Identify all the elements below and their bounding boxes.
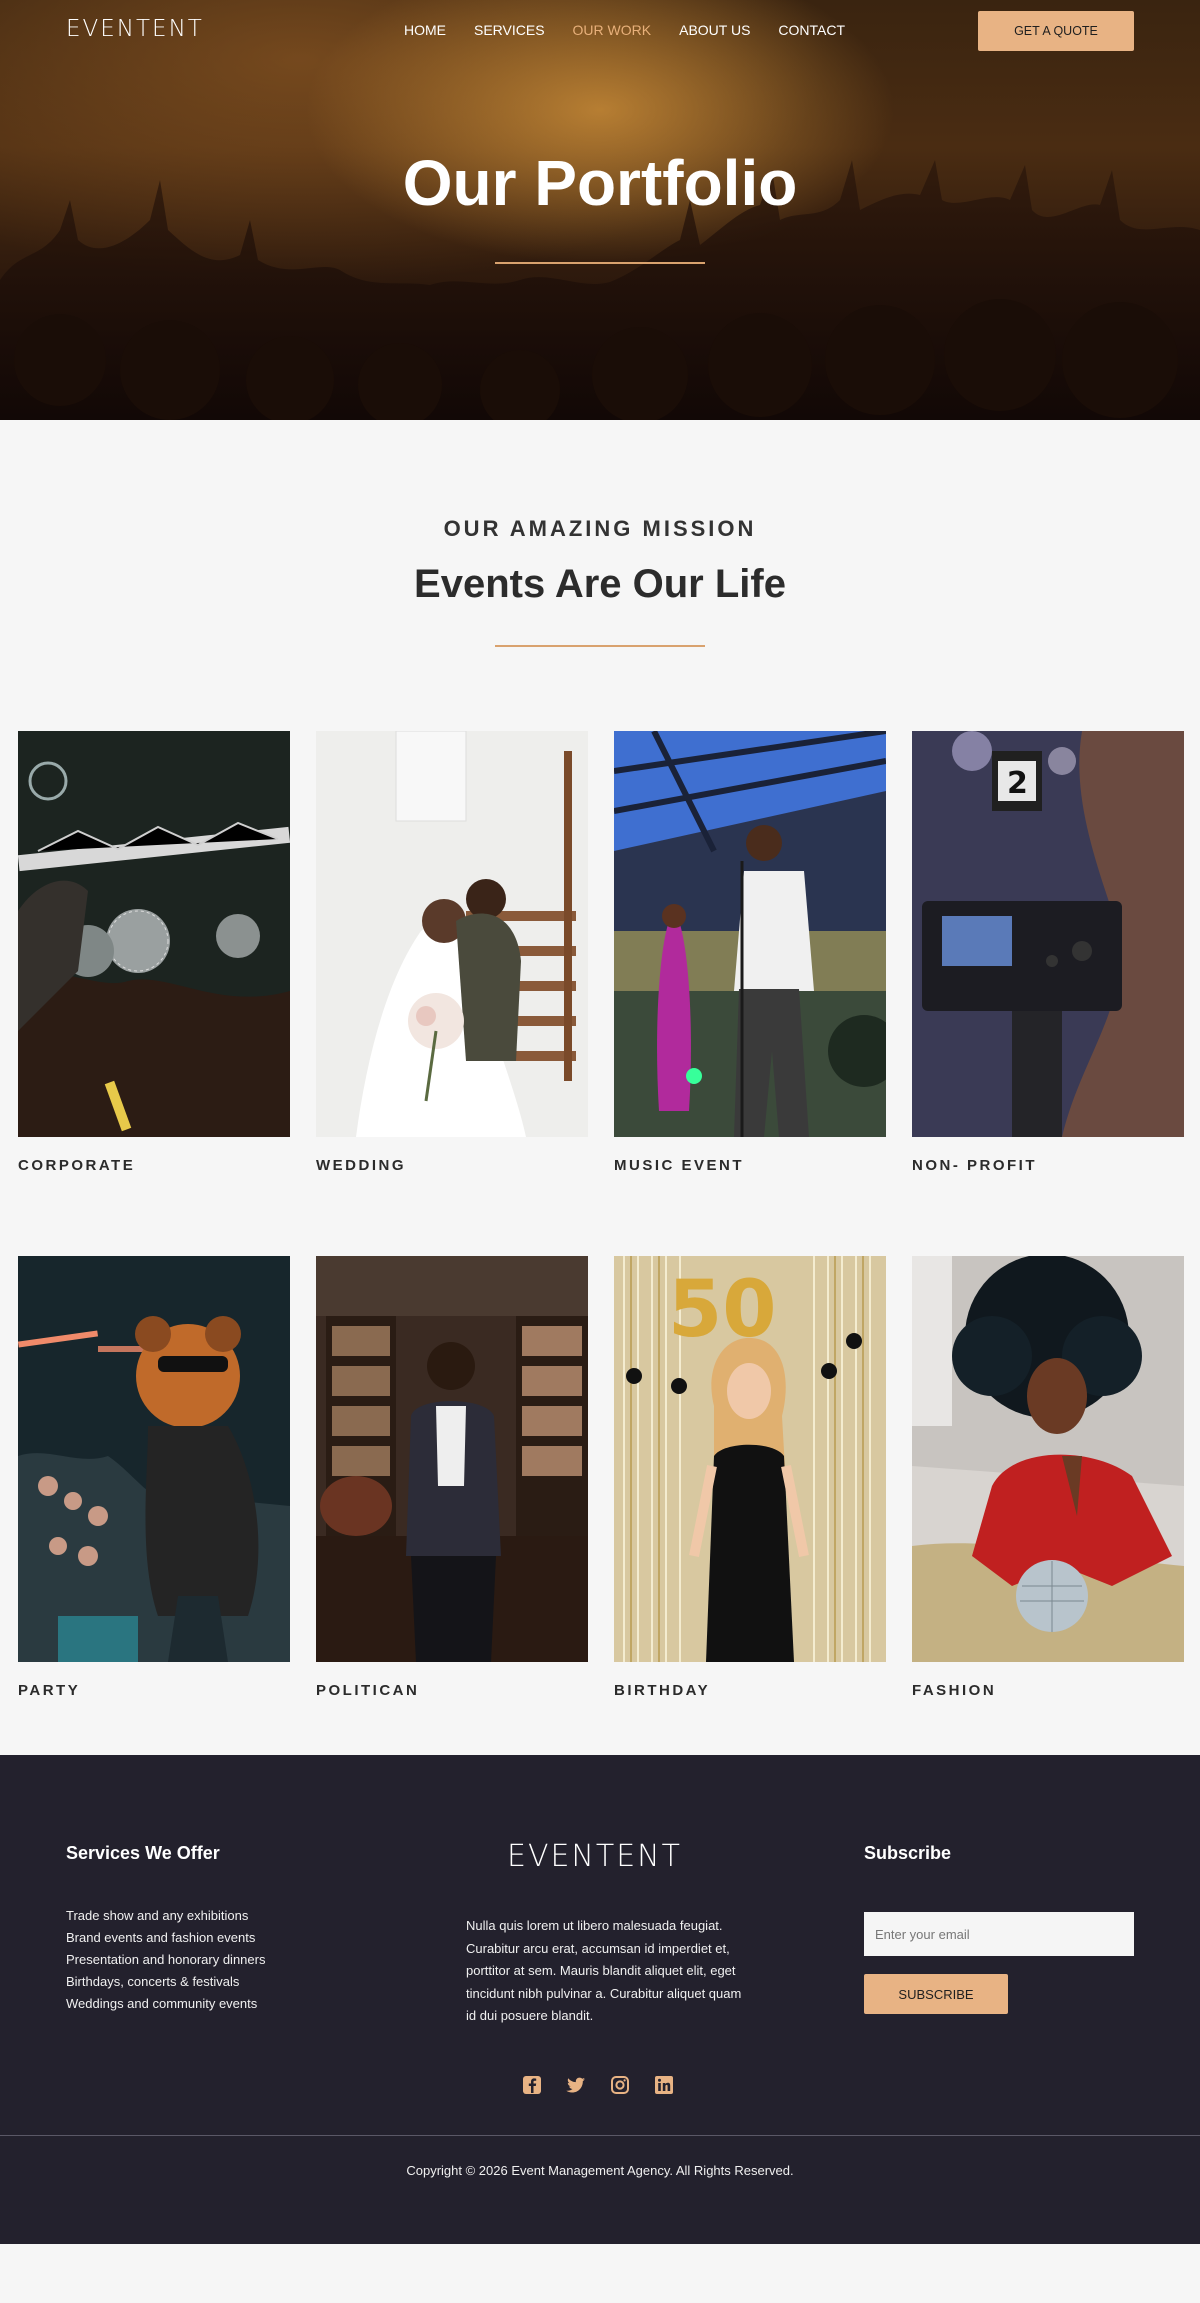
nav-contact[interactable]: CONTACT (778, 22, 845, 38)
email-input[interactable] (864, 1912, 1134, 1956)
nav-about-us[interactable]: ABOUT US (679, 22, 750, 38)
fashion-photo[interactable] (912, 1256, 1184, 1662)
footer: Services We Offer Trade show and any exh… (0, 1755, 1200, 2244)
footer-divider (0, 2135, 1200, 2136)
services-list: Trade show and any exhibitions Brand eve… (66, 1905, 265, 2015)
brand-logo[interactable]: EVENTENT (66, 16, 204, 42)
corporate-photo[interactable] (18, 731, 290, 1137)
portfolio-label: PARTY (18, 1682, 81, 1699)
footer-logo[interactable]: EVENTENT (507, 1839, 682, 1874)
portfolio-grid: CORPORATE WEDDING MUSIC EVENT 2 NON- PRO… (0, 647, 1200, 1755)
portfolio-card-non-profit[interactable]: 2 NON- PROFIT (912, 731, 1184, 1174)
twitter-icon[interactable] (566, 2075, 586, 2095)
services-list-item: Trade show and any exhibitions (66, 1908, 249, 1923)
portfolio-card-music-event[interactable]: MUSIC EVENT (614, 731, 886, 1174)
party-photo[interactable] (18, 1256, 290, 1662)
birthday-photo[interactable]: 50 (614, 1256, 886, 1662)
top-nav: EVENTENT HOME SERVICES OUR WORK ABOUT US… (0, 0, 1200, 62)
portfolio-label: WEDDING (316, 1157, 406, 1174)
copyright-text: Copyright © 2026 Event Management Agency… (406, 2163, 794, 2178)
mission-kicker: OUR AMAZING MISSION (443, 516, 757, 541)
instagram-icon[interactable] (610, 2075, 630, 2095)
mission-title: Events Are Our Life (414, 562, 786, 606)
services-list-item: Presentation and honorary dinners (66, 1952, 266, 1967)
facebook-icon[interactable] (522, 2075, 542, 2095)
get-a-quote-button[interactable]: GET A QUOTE (978, 11, 1134, 51)
nav-home[interactable]: HOME (404, 22, 446, 38)
main-menu: HOME SERVICES OUR WORK ABOUT US CONTACT (404, 22, 873, 38)
portfolio-label: POLITICAN (316, 1682, 420, 1699)
portfolio-card-wedding[interactable]: WEDDING (316, 731, 588, 1174)
portfolio-label: MUSIC EVENT (614, 1157, 745, 1174)
mission-section: OUR AMAZING MISSION Events Are Our Life (0, 420, 1200, 647)
hero: EVENTENT HOME SERVICES OUR WORK ABOUT US… (0, 0, 1200, 420)
portfolio-card-corporate[interactable]: CORPORATE (18, 731, 290, 1174)
nav-services[interactable]: SERVICES (474, 22, 545, 38)
svg-text:2: 2 (1007, 766, 1028, 801)
page-title: Our Portfolio (402, 147, 798, 219)
wedding-photo[interactable] (316, 731, 588, 1137)
nav-our-work[interactable]: OUR WORK (573, 22, 652, 38)
portfolio-card-party[interactable]: PARTY (18, 1256, 290, 1699)
linkedin-icon[interactable] (654, 2075, 674, 2095)
music-event-photo[interactable] (614, 731, 886, 1137)
footer-about-text: Nulla quis lorem ut libero malesuada feu… (466, 1918, 742, 2023)
portfolio-label: NON- PROFIT (912, 1157, 1037, 1174)
title-divider (495, 262, 705, 264)
services-list-item: Weddings and community events (66, 1996, 258, 2011)
non-profit-photo[interactable]: 2 (912, 731, 1184, 1137)
portfolio-card-fashion[interactable]: FASHION (912, 1256, 1184, 1699)
portfolio-card-politican[interactable]: POLITICAN (316, 1256, 588, 1699)
portfolio-label: CORPORATE (18, 1157, 136, 1174)
portfolio-label: BIRTHDAY (614, 1682, 711, 1699)
portfolio-card-birthday[interactable]: 50 BIRTHDAY (614, 1256, 886, 1699)
portfolio-label: FASHION (912, 1682, 997, 1699)
politican-photo[interactable] (316, 1256, 588, 1662)
social-links (522, 2075, 674, 2095)
subscribe-title: Subscribe (864, 1843, 952, 1863)
services-list-item: Birthdays, concerts & festivals (66, 1974, 240, 1989)
services-list-item: Brand events and fashion events (66, 1930, 256, 1945)
subscribe-button[interactable]: SUBSCRIBE (864, 1974, 1008, 2014)
services-title: Services We Offer (66, 1843, 220, 1863)
